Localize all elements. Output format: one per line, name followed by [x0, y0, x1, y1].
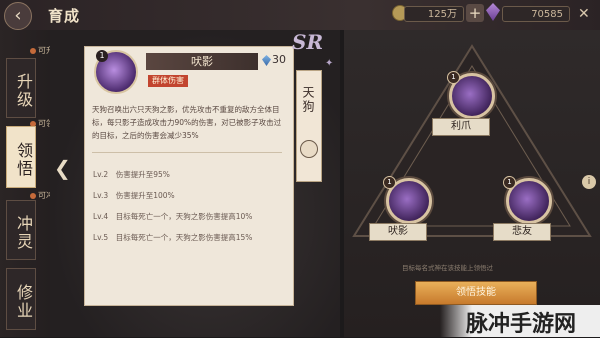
- divider: [92, 152, 282, 153]
- skill-type-tag: 群体伤害: [148, 75, 188, 87]
- tab-comprehend[interactable]: 领悟: [6, 126, 36, 188]
- back-button[interactable]: ‹: [4, 2, 32, 30]
- add-coins-button[interactable]: +: [466, 4, 484, 22]
- tab-training[interactable]: 修业: [6, 268, 36, 330]
- tab-awaken[interactable]: 冲灵: [6, 200, 36, 260]
- coin-counter: 125万: [404, 6, 464, 22]
- level-effect: Lv.4 目标每死亡一个，天狗之影伤害提高10%: [93, 212, 253, 221]
- skill-description: 天狗召唤出六只天狗之影，优先攻击不重复的敌方全体目标，每只影子造成攻击力90%的…: [92, 105, 282, 140]
- shikigami-name: 天狗: [301, 86, 315, 114]
- comprehend-button[interactable]: 领悟技能: [415, 281, 537, 305]
- notify-dot-icon: [30, 47, 36, 54]
- level-effect: Lv.2 伤害提升至95%: [93, 170, 170, 179]
- comprehend-note: 目标每名式神在该技能上领悟过: [402, 264, 493, 272]
- skill-node-label: 悲友: [493, 223, 551, 241]
- back-arrow-icon: ‹: [14, 5, 22, 26]
- close-icon[interactable]: ✕: [578, 7, 592, 21]
- notify-dot-icon: [30, 192, 36, 199]
- node-level-badge: 1: [383, 176, 396, 189]
- butterfly-icon: ✦: [325, 58, 334, 69]
- edit-icon[interactable]: [300, 140, 318, 158]
- level-effect: Lv.3 伤害提升至100%: [93, 191, 175, 200]
- skill-level-badge: 1: [96, 50, 108, 62]
- skill-node-label: 吠影: [369, 223, 427, 241]
- watermark: 脉冲手游网: [466, 312, 577, 337]
- skill-node-label: 利爪: [432, 118, 490, 136]
- skill-name: 吠影: [146, 53, 258, 70]
- gem-counter: 70585: [502, 6, 570, 22]
- prev-arrow-icon[interactable]: ❮: [54, 156, 71, 180]
- page-title: 育成: [48, 7, 81, 25]
- rarity-label: SR: [292, 30, 324, 54]
- info-icon[interactable]: i: [582, 175, 596, 189]
- node-level-badge: 1: [503, 176, 516, 189]
- tab-upgrade[interactable]: 升级: [6, 58, 36, 118]
- skill-cost: 30: [272, 53, 286, 66]
- level-effect: Lv.5 目标每死亡一个，天狗之影伤害提高15%: [93, 233, 253, 242]
- node-level-badge: 1: [447, 71, 460, 84]
